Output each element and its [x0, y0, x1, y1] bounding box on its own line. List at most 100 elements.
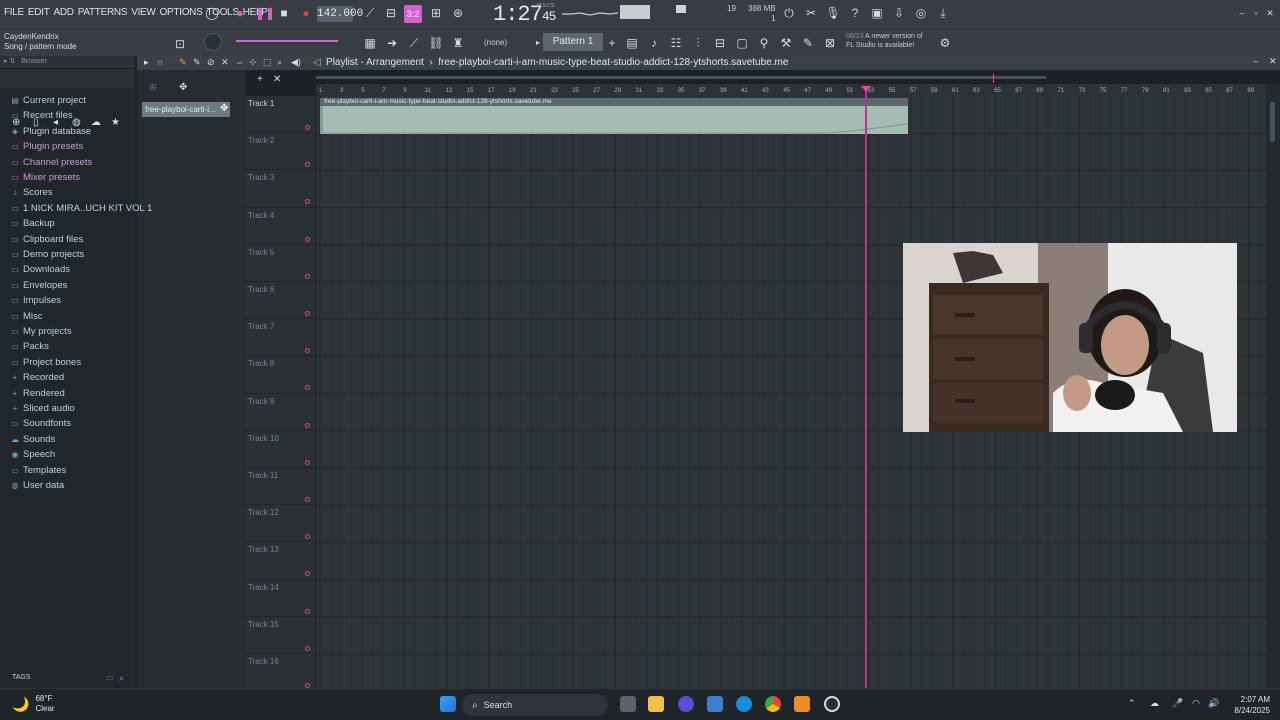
tempo-display[interactable]: 142.000 [317, 6, 363, 22]
tags-search-icon[interactable]: ⌕ [119, 673, 124, 684]
track-header[interactable]: Track 2 [245, 133, 315, 171]
browser-item[interactable]: ▭ Plugin presets [10, 141, 83, 152]
track-header[interactable]: Track 13 [245, 542, 315, 580]
stop-icon[interactable]: ■ [276, 5, 292, 21]
browser-item[interactable]: + Recorded [10, 372, 65, 383]
vertical-scroll-thumb[interactable] [1270, 102, 1275, 142]
power-icon[interactable]: ⏻ [781, 5, 797, 21]
wait-record-icon[interactable]: ⊟ [383, 5, 399, 21]
browser-item[interactable]: ▭ Soundfonts [10, 418, 71, 429]
save-icon[interactable]: ▣ [869, 5, 885, 21]
chat-icon[interactable]: ◎ [913, 5, 929, 21]
tray-mic-icon[interactable]: 🎤 [1172, 698, 1183, 709]
tempo-tap-icon[interactable]: ⚒ [778, 35, 794, 51]
taskbar-clock[interactable]: 2:07 AM 8/24/2025 [1224, 694, 1270, 716]
browser-item[interactable]: ▭ Packs [10, 341, 49, 352]
track-remove-icon[interactable]: ✕ [273, 74, 281, 85]
track-header[interactable]: Track 9 [245, 394, 315, 431]
track-header[interactable]: Track 1 [245, 96, 315, 134]
browser-icon[interactable]: ⊟ [712, 35, 728, 51]
task-view-icon[interactable] [620, 696, 636, 712]
menu-item-add[interactable]: ADD [54, 7, 75, 18]
update-icon[interactable]: ⚙ [937, 35, 953, 51]
browser-item[interactable]: ▭ Misc [10, 311, 42, 322]
tags-folder-icon[interactable]: ▭ [106, 673, 114, 682]
track-mute-dot[interactable] [305, 162, 310, 168]
snap-selector[interactable]: (none) [484, 38, 507, 47]
zoom-icon[interactable]: ⌕ [277, 57, 282, 68]
tools-icon[interactable]: ✂ [803, 5, 819, 21]
browser-cloud-icon[interactable]: ☁ [91, 117, 101, 128]
tray-cloud-icon[interactable]: ☁ [1150, 698, 1159, 709]
pattern-clip[interactable]: free-playboi-carti-i... [142, 102, 230, 117]
plugin-icon[interactable]: ⚲ [756, 35, 772, 51]
browser-item[interactable]: ▭ Channel presets [10, 157, 92, 168]
browser-item[interactable]: ▭ 1 NICK MIRA..UCH KIT VOL 1 [10, 203, 152, 214]
track-header[interactable]: Track 6 [245, 282, 315, 320]
paint-icon[interactable]: ✎ [193, 57, 201, 68]
fl-studio-icon[interactable] [794, 696, 810, 712]
track-header[interactable]: Track 8 [245, 356, 315, 394]
panel-icon[interactable]: ⊡ [172, 36, 188, 52]
mixer-icon[interactable]: ⫶ [690, 35, 706, 51]
playlist-close-icon[interactable]: ✕ [1269, 56, 1277, 67]
track-header[interactable]: Track 4 [245, 208, 315, 245]
browser-item[interactable]: ▭ Backup [10, 218, 54, 229]
edge-icon[interactable] [736, 696, 752, 712]
step-edit-icon[interactable]: ⊞ [428, 5, 444, 21]
pattern-selector[interactable]: Pattern 1 [543, 33, 603, 51]
track-header[interactable]: Track 16 [245, 654, 315, 692]
project-info-icon[interactable]: ▢ [734, 35, 750, 51]
browser-item[interactable]: ◈ Plugin database [10, 126, 91, 137]
track-mute-dot[interactable] [305, 273, 310, 279]
pattern-song-toggle[interactable]: 3:2 [404, 5, 422, 23]
browser-item[interactable]: ◍ User data [10, 480, 65, 491]
track-mute-dot[interactable] [305, 125, 310, 130]
playlist-menu-icon[interactable]: ▸ [144, 57, 149, 68]
magnet-icon[interactable]: ∩ [157, 57, 163, 67]
link-icon[interactable]: ⛓ [428, 35, 444, 51]
track-mute-dot[interactable] [305, 385, 310, 391]
master-pitch-slider[interactable] [236, 40, 338, 42]
loop-record-icon[interactable]: ⊛ [450, 5, 466, 21]
track-mute-dot[interactable] [305, 497, 310, 502]
cart-icon[interactable]: ⊠ [822, 35, 838, 51]
track-mute-dot[interactable] [305, 571, 310, 577]
playhead[interactable] [865, 86, 867, 688]
track-header[interactable]: Track 3 [245, 170, 315, 208]
menu-item-patterns[interactable]: PATTERNS [78, 7, 128, 18]
piano-roll-icon[interactable]: ♪ [646, 35, 662, 51]
browser-item[interactable]: ♪ Scores [10, 187, 53, 198]
browser-item[interactable]: ▤ Current project [10, 95, 86, 106]
browser-item[interactable]: ▭ Downloads [10, 264, 70, 275]
pencil-icon[interactable]: ✎ [179, 57, 187, 68]
stamp-icon[interactable]: ♜ [450, 35, 466, 51]
browser-item[interactable]: ▭ Templates [10, 465, 66, 476]
track-header[interactable]: Track 10 [245, 431, 315, 468]
track-mute-dot[interactable] [305, 534, 310, 540]
close-icon[interactable]: ✕ [1262, 5, 1278, 21]
track-mute-dot[interactable] [305, 608, 310, 614]
clip-move-icon[interactable]: ✥ [220, 103, 228, 114]
discord-icon[interactable] [678, 696, 694, 712]
track-header[interactable]: Track 5 [245, 245, 315, 282]
menu-item-edit[interactable]: EDIT [28, 7, 50, 18]
playlist-icon[interactable]: ▤ [624, 35, 640, 51]
pause-icon[interactable]: ❚❚ [255, 5, 275, 21]
browser-item[interactable]: ▭ Project bones [10, 357, 81, 368]
track-header[interactable]: Track 7 [245, 319, 315, 357]
track-header[interactable]: Track 12 [245, 505, 315, 543]
browser-item[interactable]: ▭ Recent files [10, 110, 72, 121]
wifi-icon[interactable]: ◠ [1192, 698, 1200, 709]
browser-item[interactable]: ▭ My projects [10, 326, 71, 337]
microphone-icon[interactable]: 🎙 [825, 5, 841, 21]
loop-marker[interactable] [993, 74, 994, 83]
track-mute-dot[interactable] [305, 199, 310, 205]
chrome-icon[interactable] [765, 696, 781, 712]
horizontal-scrollbar[interactable] [316, 76, 1046, 79]
track-header[interactable]: Track 14 [245, 580, 315, 617]
track-mute-dot[interactable] [305, 311, 310, 316]
select-icon[interactable]: ⬚ [263, 57, 272, 68]
track-mute-dot[interactable] [305, 459, 310, 465]
menu-item-options[interactable]: OPTIONS [160, 7, 203, 18]
